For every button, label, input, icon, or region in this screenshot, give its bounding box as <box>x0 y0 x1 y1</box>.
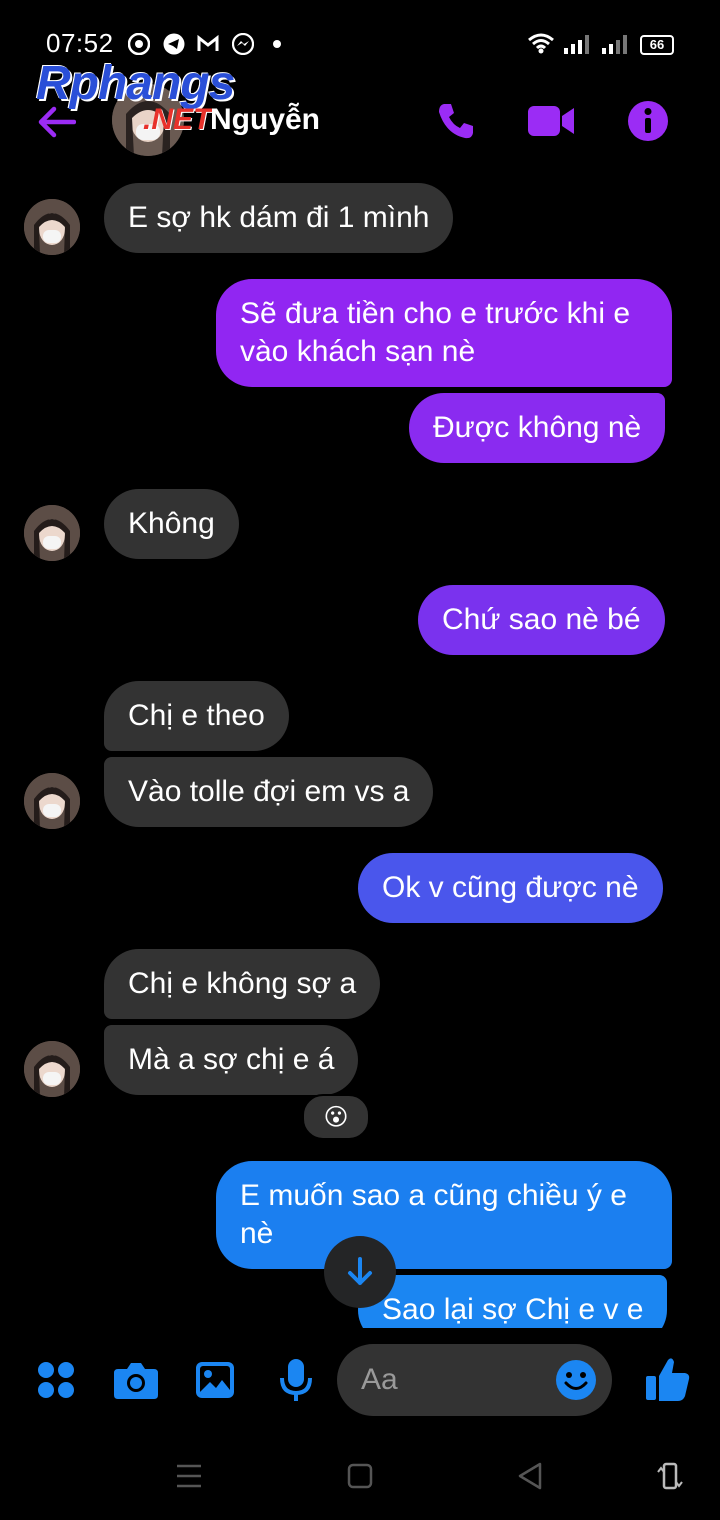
message-bubble-incoming[interactable]: Chị e không sợ a <box>104 949 381 1019</box>
message-bubble-incoming[interactable]: Không <box>104 489 239 559</box>
microphone-icon[interactable] <box>280 1358 312 1402</box>
surprised-emoji-icon: 😮 <box>323 1103 349 1131</box>
home-nav-icon[interactable] <box>346 1460 374 1492</box>
reaction-badge[interactable]: 😮 <box>302 1094 370 1140</box>
scroll-to-bottom-button[interactable] <box>324 1236 396 1308</box>
message-bubble-incoming[interactable]: Vào tolle đợi em vs a <box>104 757 434 827</box>
message-bubble-incoming[interactable]: Mà a sợ chị e á <box>104 1025 359 1095</box>
message-list[interactable]: E sợ hk dám đi 1 mình Sẽ đưa tiền cho e … <box>0 0 720 1328</box>
menu-nav-icon[interactable] <box>175 1460 203 1492</box>
back-nav-icon[interactable] <box>516 1460 544 1492</box>
message-bubble-outgoing[interactable]: Được không nè <box>409 393 666 463</box>
rotate-screen-icon[interactable] <box>656 1460 684 1492</box>
message-input-placeholder: Aa <box>361 1363 398 1396</box>
emoji-icon[interactable] <box>556 1360 596 1400</box>
message-bubble-outgoing[interactable]: Sẽ đưa tiền cho e trước khi e vào khách … <box>216 279 672 387</box>
like-thumb-icon[interactable] <box>646 1356 690 1402</box>
more-actions-icon[interactable] <box>37 1361 75 1399</box>
message-bubble-outgoing[interactable]: E muốn sao a cũng chiều ý e nè <box>216 1161 672 1269</box>
message-bubble-incoming[interactable]: E sợ hk dám đi 1 mình <box>104 183 454 253</box>
message-bubble-incoming[interactable]: Chị e theo <box>104 681 289 751</box>
message-bubble-outgoing[interactable]: Chứ sao nè bé <box>418 585 665 655</box>
camera-icon[interactable] <box>114 1361 158 1399</box>
message-bubble-outgoing[interactable]: Ok v cũng được nè <box>358 853 663 923</box>
arrow-down-icon <box>348 1257 372 1285</box>
message-bubble-outgoing[interactable]: Sao lại sợ Chị e v e <box>358 1275 668 1328</box>
gallery-icon[interactable] <box>195 1361 235 1399</box>
